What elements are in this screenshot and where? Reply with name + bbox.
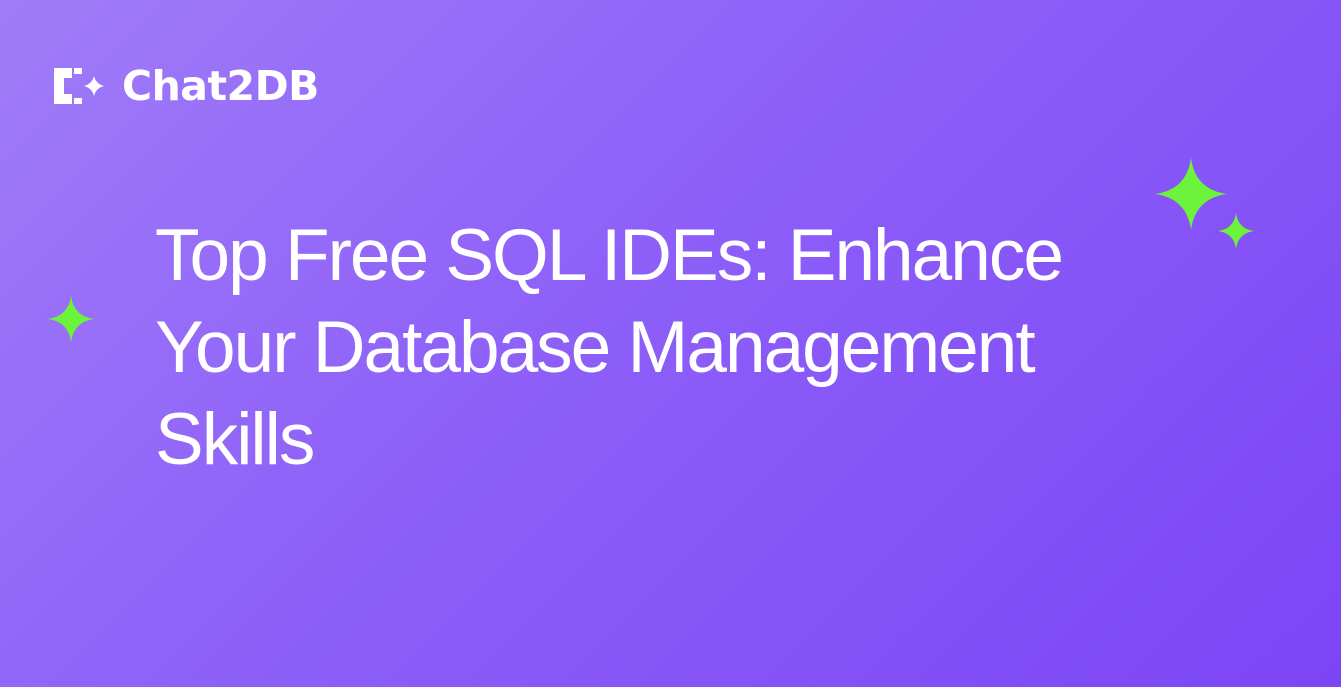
article-banner: Chat2DB Top Free SQL IDEs: Enhance Your … (0, 0, 1341, 687)
title-line-2: Your Database Management (155, 307, 1036, 388)
title-line-1: Top Free SQL IDEs: Enhance (155, 215, 1064, 296)
brand-logo[interactable]: Chat2DB (52, 62, 319, 110)
brand-name: Chat2DB (122, 61, 319, 110)
title-line-3: Skills (155, 399, 315, 480)
sparkle-icon (1155, 158, 1227, 230)
chat2db-logo-icon (54, 68, 104, 104)
sparkle-icon (48, 296, 94, 342)
sparkle-icon (1218, 213, 1254, 249)
page-title: Top Free SQL IDEs: Enhance Your Database… (155, 210, 1235, 486)
